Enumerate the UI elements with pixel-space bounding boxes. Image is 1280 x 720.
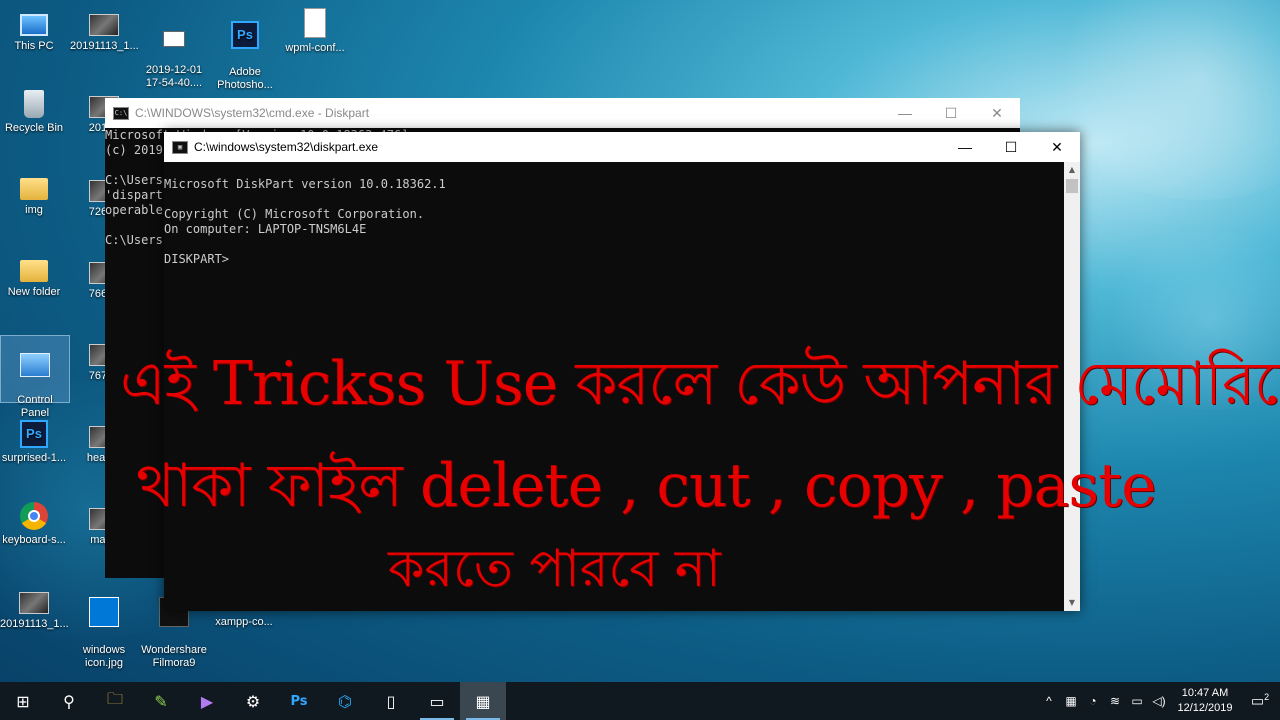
- taskbar-notepad-plus-plus[interactable]: ✎: [138, 682, 184, 720]
- maximize-button[interactable]: ☐: [988, 132, 1034, 162]
- clock-date: 12/12/2019: [1177, 702, 1233, 714]
- minimize-button[interactable]: —: [882, 98, 928, 128]
- desktop-icon-label: img: [25, 204, 43, 216]
- taskbar-file-explorer[interactable]: 🗀: [92, 682, 138, 720]
- desktop-icon-label: xampp-co...: [215, 616, 273, 628]
- desktop-icon-photo[interactable]: 20191113_1...: [0, 586, 69, 631]
- notification-center-button[interactable]: ▭2: [1240, 692, 1280, 710]
- desktop-icon-screenshot[interactable]: 2019-12-01 17-54-40....: [140, 8, 208, 103]
- scrollbar-thumb[interactable]: [1066, 179, 1078, 193]
- folder-icon: [20, 260, 48, 282]
- desktop-icon-label: 20191113_1...: [70, 40, 139, 52]
- taskbar-vscode[interactable]: ⌬: [322, 682, 368, 720]
- app-tray-icon[interactable]: ▦: [1060, 694, 1082, 708]
- notification-count: 2: [1264, 692, 1270, 703]
- desktop-icon-windows-icon[interactable]: windows icon.jpg: [70, 584, 138, 683]
- maximize-button[interactable]: ☐: [928, 98, 974, 128]
- desktop-icon-new-folder[interactable]: New folder: [0, 256, 68, 299]
- desktop-icon-this-pc[interactable]: This PC: [0, 8, 68, 53]
- desktop-icon-label: wpml-conf...: [285, 42, 345, 54]
- desktop-icon-label: New folder: [7, 286, 61, 298]
- control-panel-icon: [20, 353, 50, 377]
- taskbar-settings[interactable]: ⚙: [230, 682, 276, 720]
- windows-logo-icon: [89, 597, 119, 627]
- scroll-up-icon[interactable]: ▲: [1064, 162, 1080, 178]
- recycle-bin-icon: [24, 90, 44, 118]
- overlay-caption-line1: এই Trickss Use করলে কেউ আপনার মেমোরিতে: [120, 349, 1280, 419]
- desktop-icon-label: keyboard-s...: [2, 534, 66, 546]
- close-button[interactable]: ✕: [974, 98, 1020, 128]
- desktop-icon-label: surprised-1...: [1, 452, 67, 464]
- start-button[interactable]: ⊞: [0, 682, 46, 720]
- taskbar-notepad[interactable]: ▯: [368, 682, 414, 720]
- chrome-icon: [20, 502, 48, 530]
- cmd-titlebar[interactable]: C:\ C:\WINDOWS\system32\cmd.exe - Diskpa…: [105, 98, 1020, 128]
- wifi-icon[interactable]: ≋: [1104, 694, 1126, 708]
- cmd-window-icon: C:\: [113, 106, 129, 120]
- minimize-button[interactable]: —: [942, 132, 988, 162]
- desktop-icon-psd-file[interactable]: Ps surprised-1...: [0, 420, 68, 465]
- desktop-icon-label: Control Panel: [17, 394, 53, 419]
- image-file-icon: [89, 14, 119, 36]
- taskbar: ⊞ ⚲ 🗀 ✎ ▶ ⚙ Ps ⌬ ▯ ▭ ▦ ^ ▦ ◔ ≋ ▭ ◁) 10:4…: [0, 682, 1280, 720]
- desktop-icon-label: 20191113_1...: [0, 618, 69, 630]
- clock[interactable]: 10:47 AM 12/12/2019: [1170, 686, 1240, 716]
- desktop-icon-photo[interactable]: 20191113_1...: [70, 8, 139, 53]
- desktop-icon-recycle-bin[interactable]: Recycle Bin: [0, 90, 68, 135]
- battery-icon[interactable]: ▭: [1126, 694, 1148, 708]
- close-button[interactable]: ✕: [1034, 132, 1080, 162]
- photoshop-icon: Ps: [20, 420, 48, 448]
- taskbar-photoshop[interactable]: Ps: [276, 682, 322, 720]
- desktop-icon-label: Wondershare Filmora9: [141, 644, 207, 669]
- desktop-icon-label: windows icon.jpg: [82, 644, 126, 669]
- image-file-icon: [163, 31, 185, 47]
- desktop-icon-img-folder[interactable]: img: [0, 174, 68, 217]
- cmd-window-title: C:\WINDOWS\system32\cmd.exe - Diskpart: [135, 106, 370, 120]
- scroll-down-icon[interactable]: ▼: [1064, 595, 1080, 611]
- desktop-icon-photoshop[interactable]: Ps Adobe Photosho...: [211, 8, 279, 105]
- notification-icon: ▭: [1250, 692, 1265, 709]
- desktop-icon-label: Recycle Bin: [4, 122, 64, 134]
- search-icon[interactable]: ⚲: [46, 682, 92, 720]
- volume-icon[interactable]: ◁): [1148, 694, 1170, 708]
- folder-icon: [20, 178, 48, 200]
- desktop-icon-label: 2019-12-01 17-54-40....: [145, 64, 203, 89]
- taskbar-diskpart[interactable]: ▦: [460, 682, 506, 720]
- desktop-icon-control-panel[interactable]: Control Panel: [0, 335, 70, 419]
- desktop-icon-label: This PC: [14, 40, 54, 52]
- photoshop-icon: Ps: [231, 21, 259, 49]
- system-tray: ^ ▦ ◔ ≋ ▭ ◁) 10:47 AM 12/12/2019 ▭2: [1038, 682, 1280, 720]
- show-hidden-icons-chevron[interactable]: ^: [1038, 694, 1060, 708]
- desktop-icon-wpml[interactable]: wpml-conf...: [281, 8, 349, 55]
- overlay-caption-line3: করতে পারবে না: [388, 539, 721, 599]
- image-file-icon: [19, 592, 49, 614]
- overlay-caption-line2: থাকা ফাইল delete , cut , copy , paste: [136, 451, 1157, 521]
- taskbar-command-prompt[interactable]: ▭: [414, 682, 460, 720]
- desktop-icon-keyboard-shortcut[interactable]: keyboard-s...: [0, 502, 68, 547]
- network-icon[interactable]: ◔: [1082, 694, 1104, 708]
- taskbar-visual-studio[interactable]: ▶: [184, 682, 230, 720]
- desktop-icon-label: Adobe Photosho...: [217, 66, 273, 91]
- computer-icon: [20, 14, 48, 36]
- diskpart-window-title: C:\windows\system32\diskpart.exe: [194, 140, 379, 154]
- diskpart-titlebar[interactable]: ▣ C:\windows\system32\diskpart.exe — ☐ ✕: [164, 132, 1080, 162]
- diskpart-window-icon: ▣: [172, 140, 188, 154]
- clock-time: 10:47 AM: [1181, 687, 1229, 699]
- document-icon: [304, 8, 326, 38]
